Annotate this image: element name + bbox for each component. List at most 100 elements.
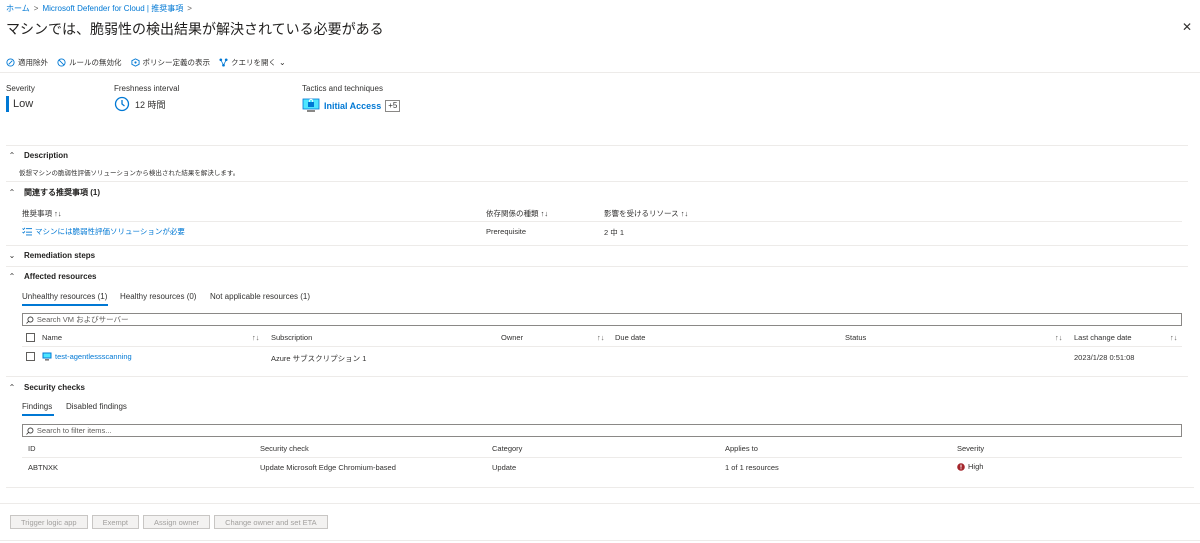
severity-label: Severity (6, 84, 35, 93)
severity-value: Low (6, 96, 33, 112)
chevron-up-icon: ⌃ (8, 188, 16, 197)
chevron-down-icon: ⌄ (8, 251, 16, 260)
sort-icon[interactable]: ↑↓ (1055, 333, 1063, 342)
table-row: test-agentlessscanning (42, 352, 132, 361)
breadcrumb: ホーム > Microsoft Defender for Cloud | 推奨事項 > (6, 3, 196, 14)
related-recommendation-link[interactable]: マシンには脆弱性評価ソリューションが必要 (35, 226, 185, 237)
view-policy-command[interactable]: ポリシー定義の表示 (130, 57, 211, 68)
finding-check-cell: Update Microsoft Edge Chromium-based (260, 463, 396, 472)
exempt-icon (6, 57, 15, 67)
tab-unhealthy-resources[interactable]: Unhealthy resources (1) (22, 292, 107, 301)
view-policy-command-label: ポリシー定義の表示 (142, 57, 211, 67)
finding-id-cell[interactable]: ABTNXK (28, 463, 58, 472)
disable-rule-command-label: ルールの無効化 (69, 57, 122, 67)
finding-severity-label: High (968, 462, 984, 471)
exempt-command[interactable]: 適用除外 (6, 57, 48, 68)
high-severity-icon (957, 462, 965, 471)
tactics-value: Initial Access +5 (302, 98, 401, 114)
command-bar: 適用除外 ルールの無効化 ポリシー定義の表示 クエリを開く ⌄ (6, 55, 286, 69)
chevron-up-icon: ⌃ (8, 272, 16, 281)
resource-search-box[interactable] (22, 313, 1182, 326)
more-options-button[interactable]: ··· (344, 20, 357, 31)
column-header-affected[interactable]: 影響を受けるリソース ↑↓ (604, 208, 688, 219)
description-section-header[interactable]: ⌃ Description (8, 151, 68, 160)
trigger-logic-app-button[interactable]: Trigger logic app (10, 515, 88, 529)
subscription-cell: Azure サブスクリプション 1 (271, 354, 367, 363)
column-header-status[interactable]: Status (845, 333, 866, 342)
active-tab-indicator (22, 414, 54, 416)
tab-healthy-resources[interactable]: Healthy resources (0) (120, 292, 196, 301)
divider (22, 346, 1182, 347)
assign-owner-button[interactable]: Assign owner (143, 515, 211, 529)
breadcrumb-separator: > (33, 4, 39, 13)
divider (6, 145, 1188, 146)
change-owner-button[interactable]: Change owner and set ETA (214, 515, 328, 529)
sort-icon[interactable]: ↑↓ (597, 333, 605, 342)
column-header-severity[interactable]: Severity (957, 444, 984, 453)
open-query-command[interactable]: クエリを開く ⌄ (219, 57, 286, 68)
search-icon (26, 316, 34, 324)
divider (6, 266, 1188, 267)
column-header-dependency[interactable]: 依存関係の種類 ↑↓ (486, 208, 548, 219)
finding-applies-to-cell: 1 of 1 resources (725, 463, 779, 472)
security-checks-title: Security checks (24, 383, 85, 392)
divider (6, 376, 1188, 377)
related-section-header[interactable]: ⌃ 関連する推奨事項 (1) (8, 187, 100, 198)
column-header-last-change[interactable]: Last change date (1074, 333, 1132, 342)
column-header-name[interactable]: Name (42, 333, 62, 342)
findings-search-input[interactable] (36, 426, 1181, 435)
last-change-cell: 2023/1/28 0:51:08 (1074, 353, 1135, 362)
tactics-initial-access-link[interactable]: Initial Access (324, 101, 381, 111)
related-title: 関連する推奨事項 (1) (24, 188, 100, 197)
column-header-applies-to[interactable]: Applies to (725, 444, 758, 453)
divider (6, 487, 1194, 488)
table-row: マシンには脆弱性評価ソリューションが必要 (22, 226, 185, 237)
column-header-security-check[interactable]: Security check (260, 444, 309, 453)
virtual-machine-icon (42, 352, 52, 361)
remediation-section-header[interactable]: ⌄ Remediation steps (8, 251, 96, 260)
affected-title: Affected resources (24, 272, 97, 281)
resource-search-input[interactable] (36, 315, 1181, 324)
column-header-recommendation[interactable]: 推奨事項 ↑↓ (22, 208, 62, 219)
findings-search-box[interactable] (22, 424, 1182, 437)
exempt-command-label: 適用除外 (18, 57, 48, 67)
tactics-more-badge[interactable]: +5 (385, 100, 401, 112)
breadcrumb-separator: > (187, 4, 192, 13)
close-button[interactable]: ✕ (1182, 20, 1192, 34)
checklist-icon (22, 227, 32, 236)
column-header-category[interactable]: Category (492, 444, 522, 453)
finding-severity-cell: High (957, 462, 983, 471)
exempt-button[interactable]: Exempt (91, 515, 140, 529)
initial-access-icon (302, 98, 320, 112)
sort-icon[interactable]: ↑↓ (252, 333, 260, 342)
column-header-label: 依存関係の種類 (486, 209, 539, 218)
tab-findings[interactable]: Findings (22, 402, 52, 411)
freshness-value: 12 時間 (114, 96, 166, 112)
security-checks-section-header[interactable]: ⌃ Security checks (8, 383, 85, 392)
description-text: 仮想マシンの脆弱性評価ソリューションから検出された結果を解決します。 (19, 170, 240, 177)
column-header-owner[interactable]: Owner (501, 333, 523, 342)
row-checkbox[interactable] (26, 352, 35, 361)
chevron-up-icon: ⌃ (8, 383, 16, 392)
query-icon (219, 57, 228, 67)
resource-name-link[interactable]: test-agentlessscanning (55, 352, 132, 361)
disable-icon (57, 57, 66, 67)
sort-icon: ↑↓ (540, 209, 549, 218)
disable-rule-command[interactable]: ルールの無効化 (57, 57, 122, 68)
tab-not-applicable-resources[interactable]: Not applicable resources (1) (210, 292, 310, 301)
select-all-checkbox[interactable] (26, 333, 35, 342)
affected-section-header[interactable]: ⌃ Affected resources (8, 272, 97, 281)
sort-icon[interactable]: ↑↓ (1170, 333, 1178, 342)
column-header-subscription[interactable]: Subscription (271, 333, 312, 342)
freshness-value-text: 12 時間 (135, 99, 166, 110)
remediation-title: Remediation steps (24, 251, 96, 260)
divider (6, 245, 1188, 246)
freshness-label: Freshness interval (114, 84, 180, 93)
breadcrumb-home[interactable]: ホーム (6, 4, 30, 13)
tab-disabled-findings[interactable]: Disabled findings (66, 402, 127, 411)
chevron-down-icon: ⌄ (279, 57, 286, 67)
column-header-due-date[interactable]: Due date (615, 333, 645, 342)
breadcrumb-recommendations[interactable]: Microsoft Defender for Cloud | 推奨事項 (42, 4, 183, 13)
column-header-id[interactable]: ID (28, 444, 36, 453)
divider (6, 181, 1188, 182)
